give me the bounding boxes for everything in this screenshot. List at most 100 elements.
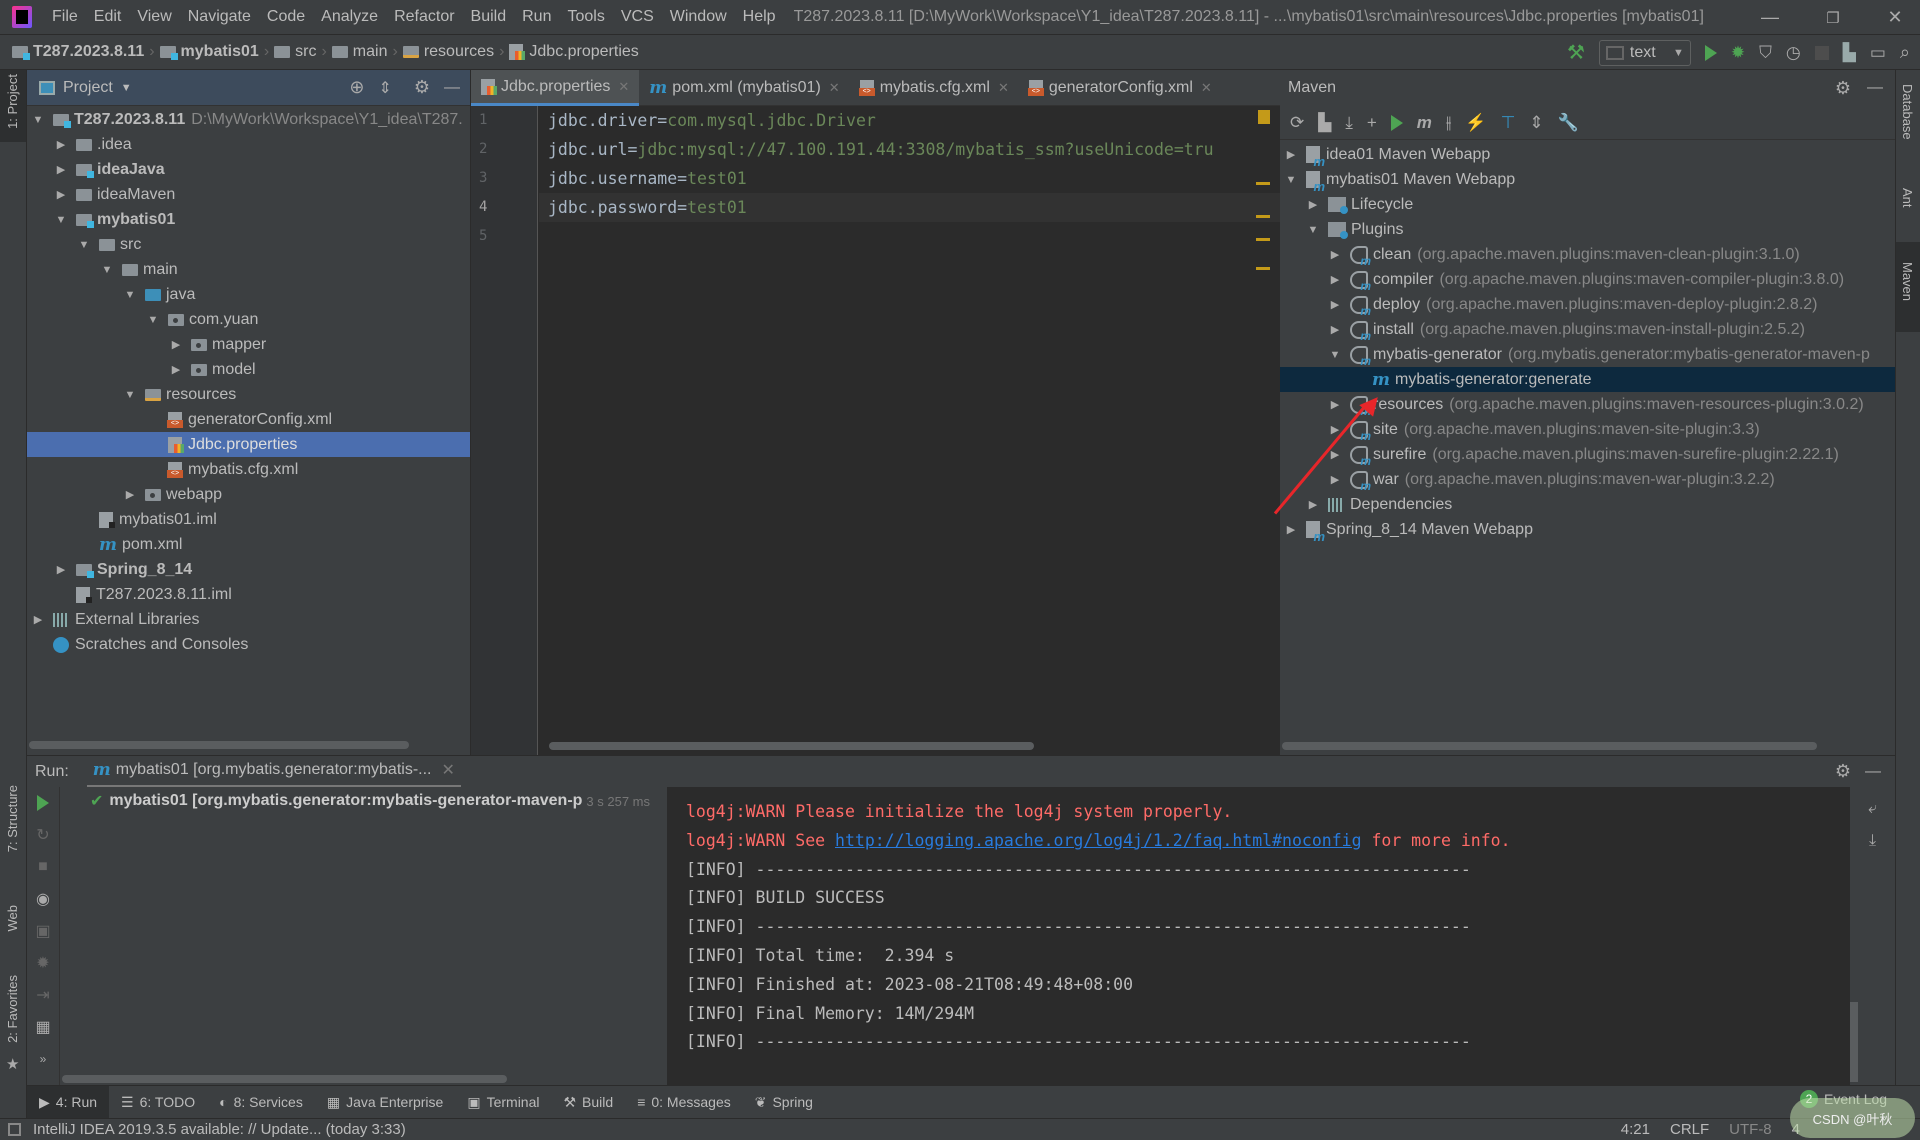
menu-window[interactable]: Window <box>662 8 735 26</box>
add-icon[interactable]: + <box>1367 113 1377 133</box>
code-area[interactable]: jdbc.driver=com.mysql.jdbc.Driver jdbc.ur… <box>539 106 1280 251</box>
code-line[interactable]: jdbc.password=test01 <box>539 193 1280 222</box>
tool-window-messages[interactable]: ≡ 0: Messages <box>625 1086 743 1119</box>
error-stripe-mark[interactable] <box>1256 215 1270 218</box>
tree-item[interactable]: Scratches and Consoles <box>27 632 470 657</box>
run-anything-icon[interactable]: ▭ <box>1870 43 1886 63</box>
breadcrumb-item[interactable]: resources › <box>402 43 510 61</box>
menu-analyze[interactable]: Analyze <box>313 8 386 26</box>
tree-item[interactable]: ▶ ideaMaven <box>27 182 470 207</box>
expanded-arrow-icon[interactable]: ▼ <box>100 264 114 276</box>
collapsed-arrow-icon[interactable]: ▶ <box>1284 523 1298 536</box>
import-icon[interactable]: ⇥ <box>27 979 59 1011</box>
collapsed-arrow-icon[interactable]: ▶ <box>1306 198 1320 211</box>
tree-item[interactable]: ▼ com.yuan <box>27 307 470 332</box>
coverage-icon[interactable]: ⛉ <box>1759 43 1772 63</box>
gear-icon[interactable]: ⚙ <box>1835 761 1851 782</box>
tree-item[interactable]: ▶ mapper <box>27 332 470 357</box>
tool-window-run[interactable]: ▶ 4: Run <box>27 1085 110 1119</box>
breadcrumb-item[interactable]: src › <box>274 43 332 61</box>
close-tab-icon[interactable]: ✕ <box>618 79 629 95</box>
collapsed-arrow-icon[interactable]: ▶ <box>123 488 137 501</box>
tree-item[interactable]: ▼ src <box>27 232 470 257</box>
menu-file[interactable]: File <box>44 8 86 26</box>
console-output[interactable]: log4j:WARN Please initialize the log4j s… <box>667 787 1850 1085</box>
expanded-arrow-icon[interactable]: ▼ <box>123 289 137 301</box>
ant-tool-button[interactable]: Ant <box>1900 188 1915 208</box>
menu-edit[interactable]: Edit <box>86 8 130 26</box>
close-tab-icon[interactable]: ✕ <box>998 80 1009 96</box>
tree-item[interactable]: mybatis.cfg.xml <box>27 457 470 482</box>
menu-help[interactable]: Help <box>735 8 784 26</box>
search-icon[interactable]: ⌕ <box>1900 42 1910 63</box>
tree-item[interactable]: ▶ ideaJava <box>27 157 470 182</box>
wrench-icon[interactable]: 🔧 <box>1558 113 1579 133</box>
tree-item[interactable]: ▶ Lifecycle <box>1280 192 1895 217</box>
toggle-offline-icon[interactable]: ⫲ <box>1446 113 1452 133</box>
collapsed-arrow-icon[interactable]: ▶ <box>54 188 68 201</box>
more-icon[interactable]: » <box>27 1043 59 1075</box>
maximize-button[interactable]: ❐ <box>1808 0 1858 35</box>
tree-item[interactable]: ▼ java <box>27 282 470 307</box>
close-tab-icon[interactable]: ✕ <box>1201 80 1212 96</box>
collapsed-arrow-icon[interactable]: ▶ <box>54 138 68 151</box>
expanded-arrow-icon[interactable]: ▼ <box>1306 224 1320 236</box>
tree-item[interactable]: ▶ clean (org.apache.maven.plugins:maven-cl… <box>1280 242 1895 268</box>
toggle-tool-windows-icon[interactable] <box>8 1123 21 1136</box>
stop-icon[interactable]: ■ <box>27 851 59 883</box>
editor-tab[interactable]: Jdbc.properties ✕ <box>471 70 640 106</box>
run-icon[interactable] <box>1704 44 1717 61</box>
caret-position[interactable]: 4:21 <box>1621 1121 1650 1138</box>
tree-item[interactable]: mybatis01.iml <box>27 507 470 532</box>
minimize-button[interactable]: — <box>1745 0 1795 35</box>
gear-icon[interactable]: ⚙ <box>414 77 430 98</box>
web-tool-button[interactable]: Web <box>5 905 20 932</box>
breadcrumb-item[interactable]: main › <box>331 43 403 61</box>
tree-item[interactable]: ▶ Dependencies <box>1280 492 1895 517</box>
tree-item[interactable]: ▶ install (org.apache.maven.plugins:maven-… <box>1280 317 1895 343</box>
close-tab-icon[interactable]: ✕ <box>829 80 840 96</box>
collapsed-arrow-icon[interactable]: ▶ <box>31 613 45 626</box>
menu-vcs[interactable]: VCS <box>613 8 662 26</box>
profile-icon[interactable]: ◷ <box>1786 43 1801 63</box>
menu-navigate[interactable]: Navigate <box>180 8 259 26</box>
collapsed-arrow-icon[interactable]: ▶ <box>1328 273 1342 286</box>
tree-item[interactable]: ▶ model <box>27 357 470 382</box>
tree-item[interactable]: ▶surefire(org.apache.maven.plugins:maven… <box>1280 442 1895 468</box>
breadcrumb-item[interactable]: Jdbc.properties <box>509 43 639 61</box>
menu-code[interactable]: Code <box>259 8 313 26</box>
collapsed-arrow-icon[interactable]: ▶ <box>1328 323 1342 336</box>
menu-run[interactable]: Run <box>514 8 559 26</box>
collapse-all-icon[interactable]: ⇕ <box>1529 113 1543 133</box>
scroll-to-end-icon[interactable]: ⤓ <box>1850 825 1895 857</box>
error-stripe-mark[interactable] <box>1256 238 1270 241</box>
hide-icon[interactable]: — <box>444 79 460 97</box>
collapsed-arrow-icon[interactable]: ▶ <box>169 363 183 376</box>
expanded-arrow-icon[interactable]: ▼ <box>123 389 137 401</box>
tree-item[interactable]: ▶ Spring_8_14 <box>27 557 470 582</box>
tree-item[interactable]: ▶ compiler (org.apache.maven.plugins:maven… <box>1280 267 1895 293</box>
tree-item[interactable]: ▼ resources <box>27 382 470 407</box>
expanded-arrow-icon[interactable]: ▼ <box>146 314 160 326</box>
tool-window-terminal[interactable]: ▣ Terminal <box>455 1086 551 1119</box>
close-tab-icon[interactable]: ✕ <box>441 760 454 780</box>
tree-item[interactable]: ▼ main <box>27 257 470 282</box>
tool-window-java-enterprise[interactable]: ▦ Java Enterprise <box>315 1086 456 1119</box>
tree-item[interactable]: m pom.xml <box>27 532 470 557</box>
database-tool-button[interactable]: Database <box>1900 84 1915 140</box>
expanded-arrow-icon[interactable]: ▼ <box>54 214 68 226</box>
code-line[interactable] <box>539 222 1280 251</box>
rerun-icon[interactable] <box>27 787 59 819</box>
project-view-select[interactable]: Project <box>63 79 113 97</box>
menu-refactor[interactable]: Refactor <box>386 8 462 26</box>
expanded-arrow-icon[interactable]: ▼ <box>1284 174 1298 186</box>
tree-item[interactable]: ▶ External Libraries <box>27 607 470 632</box>
line-separator[interactable]: CRLF <box>1670 1121 1709 1138</box>
tree-item[interactable]: ▶ idea01 Maven Webapp <box>1280 142 1895 170</box>
collapse-all-icon[interactable]: ⇕ <box>378 78 391 98</box>
collapsed-arrow-icon[interactable]: ▶ <box>1328 248 1342 261</box>
project-tool-button[interactable]: 1: Project <box>0 70 26 142</box>
tool-window-services[interactable]: ◐ 8: Services <box>207 1086 315 1119</box>
collapsed-arrow-icon[interactable]: ▶ <box>54 563 68 576</box>
tree-item[interactable]: generatorConfig.xml <box>27 407 470 432</box>
